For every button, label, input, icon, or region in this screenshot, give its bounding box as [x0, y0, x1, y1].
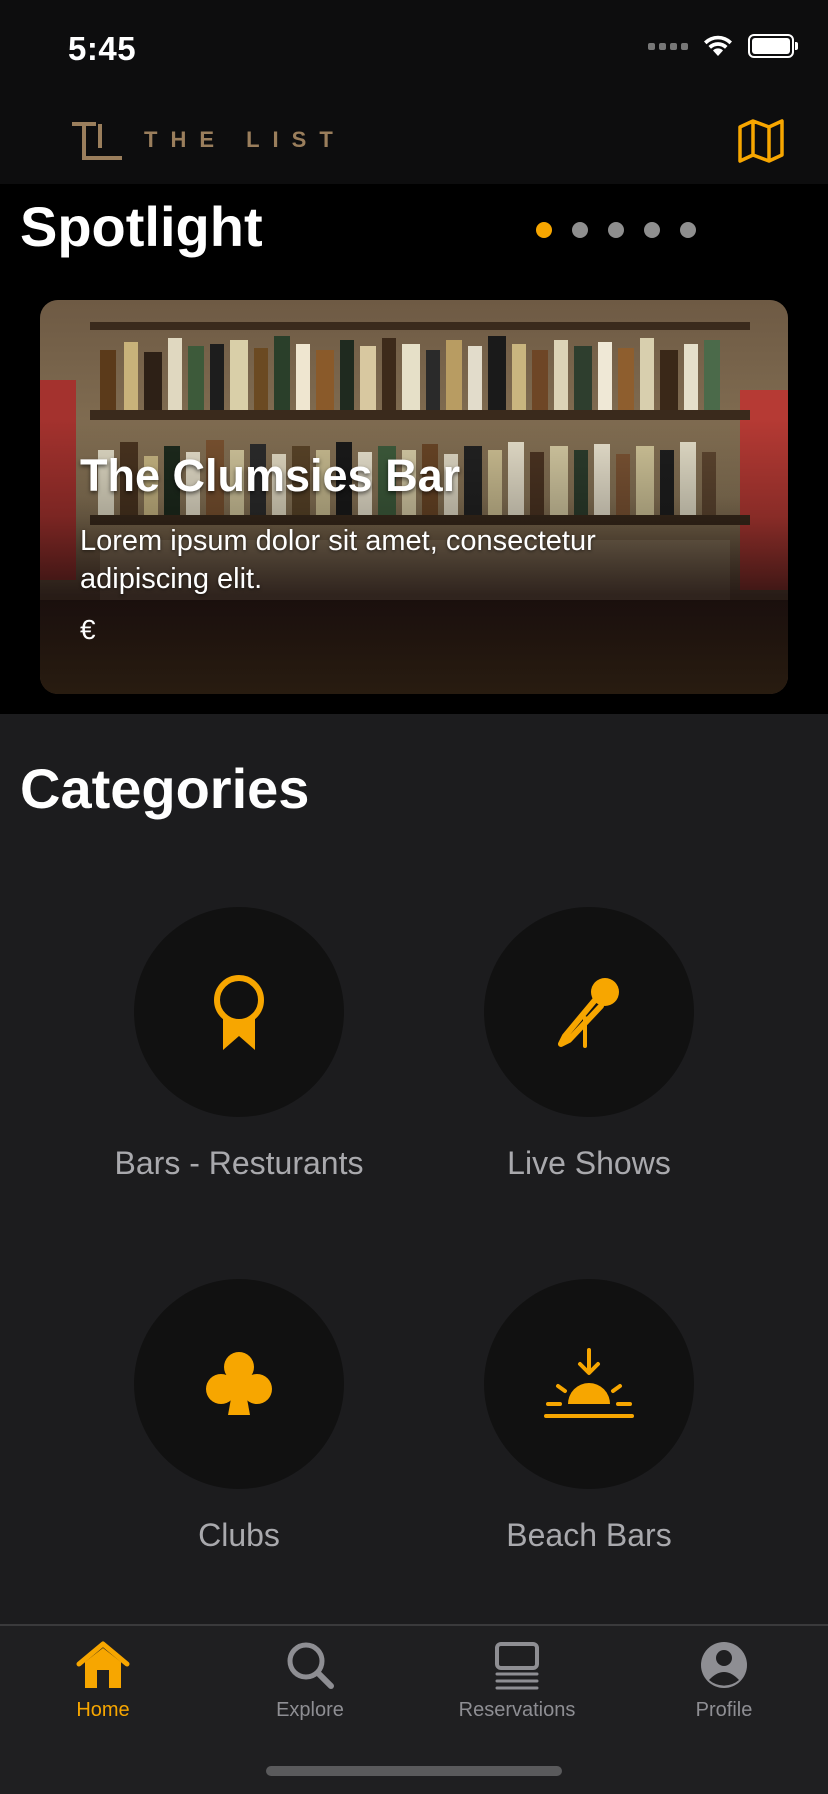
page-dot-4[interactable] — [644, 222, 660, 238]
category-beach-bars[interactable]: Beach Bars — [439, 1279, 739, 1554]
category-icon-circle — [484, 907, 694, 1117]
category-clubs[interactable]: Clubs — [89, 1279, 389, 1554]
tab-label: Explore — [276, 1699, 344, 1721]
tab-reservations[interactable]: Reservations — [437, 1640, 597, 1722]
logo-monogram-icon — [72, 122, 122, 160]
page-dot-3[interactable] — [608, 222, 624, 238]
category-label: Bars - Resturants — [114, 1145, 364, 1181]
cellular-signal-icon — [648, 42, 688, 50]
spotlight-title: Spotlight — [20, 195, 263, 258]
tab-profile[interactable]: Profile — [644, 1640, 804, 1722]
category-bars-restaurants[interactable]: Bars - Resturants — [89, 907, 389, 1182]
club-suit-icon — [206, 1352, 272, 1415]
card-description: Lorem ipsum dolor sit amet, consectetur … — [80, 525, 596, 595]
battery-icon — [748, 34, 798, 58]
status-time: 5:45 — [68, 30, 137, 67]
category-live-shows[interactable]: Live Shows — [439, 907, 739, 1182]
microphone-icon — [558, 978, 619, 1048]
list-icon — [495, 1642, 539, 1690]
home-indicator — [266, 1766, 562, 1776]
tab-label: Reservations — [458, 1699, 576, 1721]
page-dot-1[interactable] — [536, 222, 552, 238]
map-button[interactable] — [736, 118, 786, 164]
app-logo: THE LIST — [70, 120, 346, 160]
tab-label: Home — [76, 1699, 130, 1721]
search-icon — [287, 1642, 334, 1689]
spotlight-page-indicator[interactable] — [536, 222, 696, 238]
category-icon-circle — [134, 1279, 344, 1489]
page-dot-2[interactable] — [572, 222, 588, 238]
tab-home[interactable]: Home — [23, 1640, 183, 1722]
map-icon — [738, 119, 784, 163]
status-icons — [648, 34, 798, 58]
sunset-icon — [544, 1348, 634, 1418]
wifi-icon — [704, 35, 732, 56]
tab-label: Profile — [695, 1699, 753, 1721]
category-label: Live Shows — [507, 1145, 671, 1181]
spotlight-card[interactable]: The Clumsies Bar Lorem ipsum dolor sit a… — [40, 300, 788, 694]
categories-title: Categories — [20, 757, 310, 820]
award-ribbon-icon — [214, 975, 264, 1050]
page-dot-5[interactable] — [680, 222, 696, 238]
top-bar: 5:45 THE LIST — [0, 0, 828, 184]
person-circle-icon — [701, 1642, 747, 1688]
category-icon-circle — [134, 907, 344, 1117]
category-label: Beach Bars — [506, 1517, 672, 1553]
category-icon-circle — [484, 1279, 694, 1489]
card-title: The Clumsies Bar — [80, 450, 461, 501]
card-price-level: € — [80, 614, 96, 645]
tab-explore[interactable]: Explore — [230, 1640, 390, 1722]
house-icon — [76, 1641, 130, 1688]
category-label: Clubs — [198, 1517, 280, 1553]
logo-text: THE LIST — [144, 127, 346, 152]
